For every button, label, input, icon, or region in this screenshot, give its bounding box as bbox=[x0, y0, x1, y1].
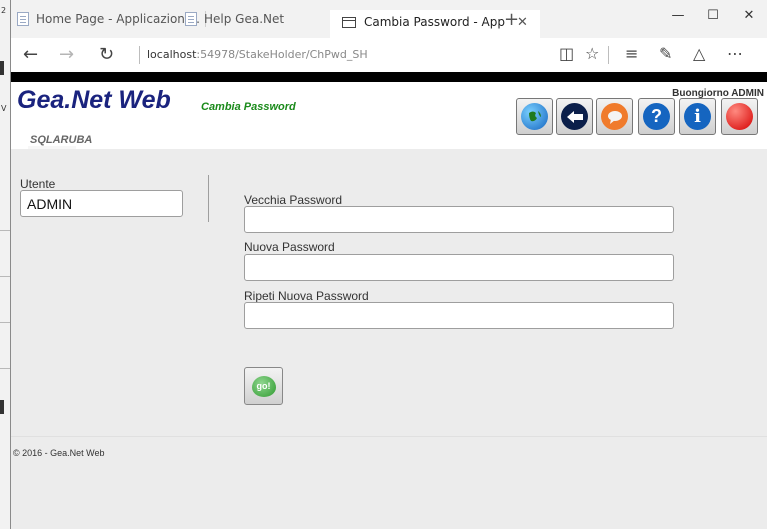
repeat-password-label: Ripeti Nuova Password bbox=[244, 289, 369, 303]
new-password-label: Nuova Password bbox=[244, 240, 335, 254]
logout-button[interactable] bbox=[721, 98, 758, 135]
info-icon: i bbox=[684, 103, 711, 130]
back-arrow-icon[interactable]: ← bbox=[23, 44, 38, 65]
hub-icon[interactable]: ≡ bbox=[625, 44, 638, 63]
change-password-form: Utente ADMIN Vecchia Password Nuova Pass… bbox=[11, 149, 767, 436]
help-icon: ? bbox=[643, 103, 670, 130]
repeat-password-field[interactable] bbox=[244, 302, 674, 329]
browser-tab-bar: Home Page - Applicazione . Help Gea.Net … bbox=[11, 0, 767, 38]
go-icon: go! bbox=[251, 375, 276, 397]
page-icon bbox=[185, 12, 197, 26]
toolbar-divider bbox=[11, 72, 767, 82]
submit-button[interactable]: go! bbox=[244, 367, 283, 405]
old-password-label: Vecchia Password bbox=[244, 193, 343, 207]
chat-button[interactable] bbox=[596, 98, 633, 135]
page-title: Cambia Password bbox=[201, 101, 296, 113]
forward-arrow-icon[interactable]: → bbox=[59, 44, 74, 65]
globe-icon bbox=[521, 103, 548, 130]
app-title: Gea.Net Web bbox=[17, 86, 171, 114]
strip-line bbox=[0, 368, 10, 369]
tab-label: Help Gea.Net bbox=[204, 12, 285, 26]
user-field[interactable]: ADMIN bbox=[20, 190, 183, 217]
tab-home-page[interactable]: Home Page - Applicazione . bbox=[17, 7, 206, 31]
back-arrow-icon bbox=[561, 103, 588, 130]
strip-line bbox=[0, 276, 10, 277]
share-icon[interactable]: △ bbox=[693, 44, 705, 63]
info-button[interactable]: i bbox=[679, 98, 716, 135]
help-button[interactable]: ? bbox=[638, 98, 675, 135]
form-divider bbox=[208, 175, 209, 222]
user-label: Utente bbox=[20, 177, 56, 191]
globe-button[interactable] bbox=[516, 98, 553, 135]
strip-mark bbox=[0, 400, 4, 414]
refresh-icon[interactable]: ↻ bbox=[99, 44, 114, 65]
app-header: Gea.Net Web Cambia Password SQLARUBA Buo… bbox=[11, 82, 767, 174]
web-note-icon[interactable]: ✎ bbox=[659, 44, 672, 63]
maximize-button[interactable]: ☐ bbox=[703, 8, 723, 23]
database-name: SQLARUBA bbox=[30, 134, 93, 146]
url-host: localhost bbox=[147, 48, 197, 61]
reading-view-icon[interactable]: ◫ bbox=[559, 44, 574, 63]
back-button[interactable] bbox=[556, 98, 593, 135]
strip-char: 2 bbox=[1, 6, 7, 15]
strip-line bbox=[0, 322, 10, 323]
tab-label: Home Page - Applicazione . bbox=[36, 12, 200, 26]
copyright-text: © 2016 - Gea.Net Web bbox=[13, 448, 105, 458]
url-field[interactable]: localhost:54978/StakeHolder/ChPwd_SH bbox=[147, 48, 368, 61]
page-icon bbox=[17, 12, 29, 26]
more-icon[interactable]: ⋯ bbox=[727, 44, 743, 63]
strip-line bbox=[0, 230, 10, 231]
old-password-field[interactable] bbox=[244, 206, 674, 233]
chat-bubble-icon bbox=[601, 103, 628, 130]
favorites-star-icon[interactable]: ☆ bbox=[585, 44, 599, 63]
strip-mark bbox=[0, 61, 4, 75]
url-path: :54978/StakeHolder/ChPwd_SH bbox=[196, 48, 368, 61]
minimize-button[interactable]: — bbox=[668, 8, 688, 23]
new-tab-button[interactable]: + bbox=[504, 9, 519, 30]
red-light-icon bbox=[726, 103, 753, 130]
close-window-button[interactable]: ✕ bbox=[739, 8, 759, 23]
browser-address-bar: ← → ↻ localhost:54978/StakeHolder/ChPwd_… bbox=[11, 38, 767, 72]
new-password-field[interactable] bbox=[244, 254, 674, 281]
page-footer: © 2016 - Gea.Net Web bbox=[11, 436, 767, 529]
tab-window-icon bbox=[342, 16, 356, 28]
background-window-strip: 2 V bbox=[0, 0, 11, 529]
tab-label: Cambia Password - App bbox=[364, 15, 505, 29]
strip-char: V bbox=[1, 104, 7, 113]
tab-help[interactable]: Help Gea.Net bbox=[185, 7, 284, 31]
